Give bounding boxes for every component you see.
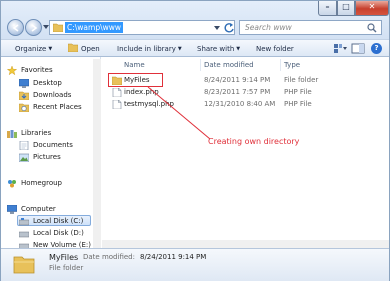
nav-pictures-label: Pictures bbox=[33, 153, 61, 161]
horizontal-scrollbar[interactable] bbox=[102, 240, 389, 248]
open-button[interactable]: Open bbox=[67, 43, 100, 55]
details-type: File folder bbox=[49, 264, 84, 272]
details-name: MyFiles bbox=[49, 253, 79, 262]
new-folder-button[interactable]: New folder bbox=[256, 43, 294, 55]
search-placeholder: Search www bbox=[245, 23, 292, 32]
desktop-icon bbox=[19, 79, 29, 88]
folder-icon bbox=[13, 256, 35, 274]
nav-documents-label: Documents bbox=[33, 141, 73, 149]
nav-favorites-label: Favorites bbox=[21, 66, 53, 74]
drive-icon bbox=[19, 231, 29, 238]
nav-local-disk-c-label: Local Disk (C:) bbox=[33, 217, 84, 225]
nav-local-disk-d-label: Local Disk (D:) bbox=[33, 229, 84, 237]
nav-libraries-label: Libraries bbox=[21, 129, 52, 137]
nav-desktop-label: Desktop bbox=[33, 79, 62, 87]
close-button[interactable]: ✕ bbox=[355, 1, 389, 16]
search-icon[interactable] bbox=[367, 23, 377, 33]
command-bar: Organize ▼ Open Include in library ▼ Share… bbox=[1, 39, 389, 57]
details-modified-label: Date modified: bbox=[83, 253, 135, 261]
nav-downloads-label: Downloads bbox=[33, 91, 72, 99]
details-pane: MyFiles Date modified: 8/24/2011 9:14 PM… bbox=[1, 248, 389, 281]
organize-label: Organize bbox=[15, 45, 47, 53]
recent-places-icon bbox=[19, 103, 29, 112]
forward-button[interactable] bbox=[25, 19, 42, 36]
nav-computer-label: Computer bbox=[21, 205, 56, 213]
change-view-icon[interactable] bbox=[333, 43, 347, 54]
preview-pane-icon[interactable] bbox=[351, 43, 365, 54]
forward-arrow-icon bbox=[31, 24, 38, 32]
share-with-menu[interactable]: Share with ▼ bbox=[197, 43, 240, 55]
annotation-arrow bbox=[147, 86, 211, 140]
navigation-pane: Favorites Desktop Downloads Recent Place… bbox=[1, 57, 101, 248]
minimize-button[interactable]: – bbox=[318, 1, 337, 16]
nav-scrollbar[interactable] bbox=[93, 59, 101, 248]
nav-new-volume-label: New Volume (E:) bbox=[33, 241, 91, 248]
drive-icon bbox=[19, 243, 29, 248]
explorer-window: – □ ✕ C:\wamp\www Search www Organize ▼ O… bbox=[0, 0, 390, 281]
address-row: – □ ✕ C:\wamp\www Search www bbox=[1, 1, 389, 39]
libraries-icon bbox=[7, 130, 17, 138]
drive-icon bbox=[19, 218, 29, 226]
search-box[interactable]: Search www bbox=[239, 20, 382, 35]
include-in-library-menu[interactable]: Include in library ▼ bbox=[117, 43, 182, 55]
open-label: Open bbox=[81, 45, 100, 53]
include-label: Include in library bbox=[117, 45, 176, 53]
folder-icon bbox=[53, 23, 63, 32]
new-folder-label: New folder bbox=[256, 45, 294, 53]
back-button[interactable] bbox=[7, 19, 24, 36]
address-dropdown-icon[interactable] bbox=[214, 26, 220, 31]
back-arrow-icon bbox=[12, 24, 19, 32]
address-path[interactable]: C:\wamp\www bbox=[65, 22, 124, 33]
help-icon[interactable]: ? bbox=[371, 43, 382, 54]
details-modified-value: 8/24/2011 9:14 PM bbox=[140, 253, 207, 261]
nav-recent-places-label: Recent Places bbox=[33, 103, 82, 111]
computer-icon bbox=[7, 205, 17, 214]
file-list: Name Date modified Type MyFiles 8/24/201… bbox=[102, 57, 389, 248]
nav-homegroup-label: Homegroup bbox=[21, 179, 63, 187]
refresh-icon[interactable] bbox=[223, 22, 235, 34]
maximize-button[interactable]: □ bbox=[337, 1, 355, 16]
nav-local-disk-c[interactable]: Local Disk (C:) bbox=[17, 215, 91, 226]
documents-icon bbox=[19, 141, 29, 150]
homegroup-icon bbox=[8, 180, 16, 188]
organize-menu[interactable]: Organize ▼ bbox=[15, 43, 52, 55]
star-icon bbox=[7, 66, 17, 75]
share-label: Share with bbox=[197, 45, 235, 53]
open-folder-icon bbox=[67, 43, 79, 53]
address-bar[interactable]: C:\wamp\www bbox=[49, 20, 235, 35]
annotation-text: Creating own directory bbox=[208, 137, 300, 146]
pictures-icon bbox=[19, 153, 29, 162]
downloads-folder-icon bbox=[19, 91, 29, 100]
